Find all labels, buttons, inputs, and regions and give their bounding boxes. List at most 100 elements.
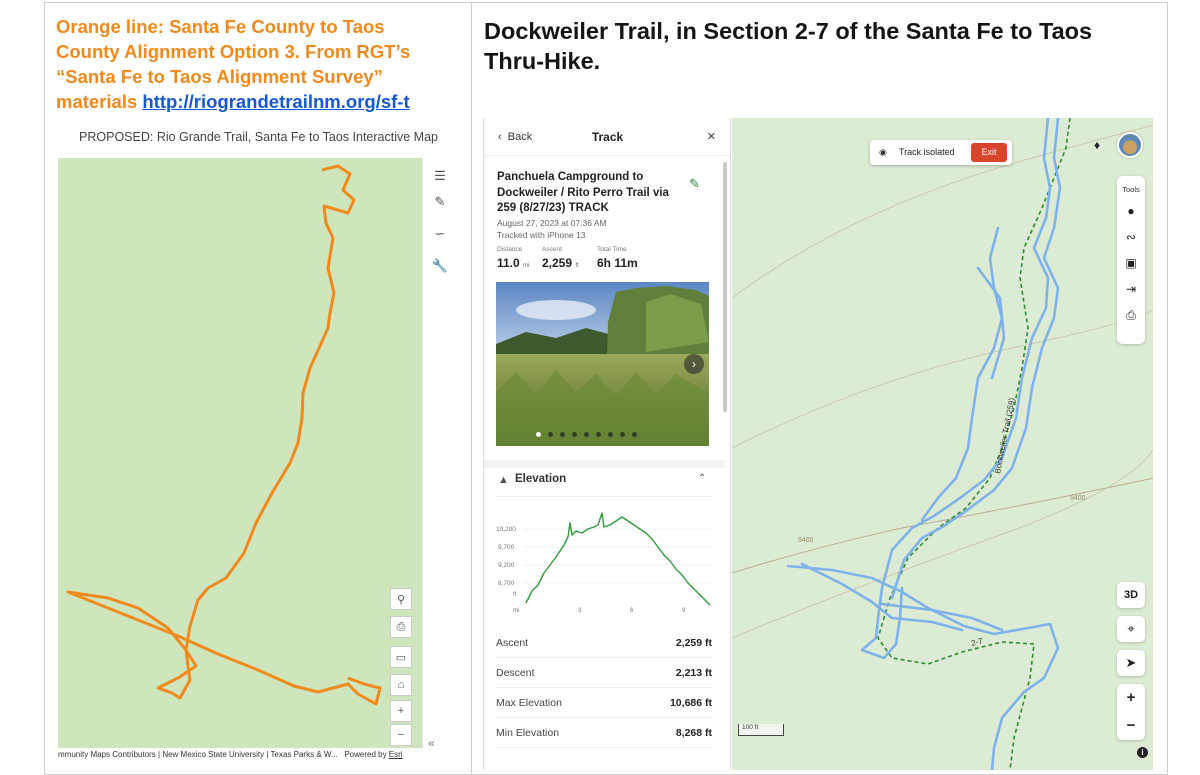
y-tick-label: 9,700 [498, 544, 515, 551]
photo-dot[interactable] [536, 432, 541, 437]
panel-scrollbar[interactable] [723, 162, 727, 412]
x-tick-label: 6 [630, 608, 634, 614]
track-photo[interactable]: › [496, 282, 709, 446]
photo-dot[interactable] [608, 432, 613, 437]
meadow-photo-image [496, 282, 709, 446]
caption-line-3: “Santa Fe to Taos Alignment Survey” [56, 66, 383, 87]
layers-edit-icon[interactable]: ✎ [430, 192, 450, 212]
stat-row-descent: Descent 2,213 ft [496, 658, 712, 688]
exit-button[interactable]: Exit [971, 143, 1007, 162]
section-divider [484, 460, 724, 468]
draw-icon[interactable]: ∽ [430, 224, 450, 244]
photo-dot[interactable] [572, 432, 577, 437]
track-title: Panchuela Campground to Dockweiler / Rit… [497, 170, 687, 217]
stat-row-value: 10,686 ft [669, 697, 712, 709]
elevation-profile-line [525, 512, 711, 606]
distance-unit: mi [523, 263, 530, 269]
caption-link[interactable]: http://riograndetrailnm.org/sf-t [142, 91, 409, 112]
caption-line-2: County Alignment Option 3. From RGT’s [56, 41, 411, 62]
powered-by-text: Powered by [344, 750, 389, 759]
photo-dot[interactable] [560, 432, 565, 437]
track-title-line-2: Dockweiler / Rito Perro Trail via [497, 186, 669, 199]
chevron-up-icon[interactable]: ⌃ [698, 473, 706, 484]
left-map-title: PROPOSED: Rio Grande Trail, Santa Fe to … [79, 130, 438, 144]
close-icon[interactable]: × [707, 128, 716, 145]
stat-row-value: 8,268 ft [675, 727, 712, 739]
navigate-arrow-icon[interactable]: ➤ [1117, 650, 1145, 676]
collapse-toolbar-button[interactable]: « [428, 736, 435, 750]
zoom-in-button[interactable]: + [1117, 684, 1145, 712]
photo-dot[interactable] [596, 432, 601, 437]
sliders-icon[interactable]: ☰ [430, 166, 450, 186]
left-map-toolbar: ☰ ✎ ∽ 🔧 [422, 158, 456, 748]
ascent-number: 2,259 [542, 256, 573, 270]
tools-panel: Tools ● ∾ ▣ ⇥ ⎙ [1117, 176, 1145, 344]
panel-title: Track [591, 130, 624, 144]
locate-icon[interactable]: ⌖ [1117, 616, 1145, 642]
stat-row-label: Max Elevation [496, 697, 562, 709]
track-title-line-3: 259 (8/27/23) TRACK [497, 202, 609, 214]
wrench-icon[interactable]: 🔧 [430, 256, 450, 276]
distance-label: Distance [497, 246, 523, 253]
y-tick-label: 8,700 [498, 580, 515, 587]
zoom-out-icon[interactable]: − [390, 724, 412, 746]
zoom-in-icon[interactable]: + [390, 700, 412, 722]
stat-row-value: 2,259 ft [675, 637, 712, 649]
x-tick-label: 3 [578, 608, 582, 614]
photo-dot[interactable] [632, 432, 637, 437]
distance-value: 11.0 mi [497, 256, 529, 270]
home-icon[interactable]: ⌂ [390, 674, 412, 696]
esri-link[interactable]: Esri [389, 750, 403, 759]
3d-toggle-button[interactable]: 3D [1117, 582, 1145, 608]
left-map-route-layer [66, 164, 382, 706]
ascent-value: 2,259 ft [542, 256, 579, 270]
print-icon[interactable]: ⎙ [1117, 308, 1145, 323]
crop-icon[interactable]: ▣ [1117, 256, 1145, 270]
stat-row-label: Descent [496, 667, 535, 679]
info-icon[interactable]: i [1137, 747, 1148, 758]
route-icon[interactable]: ∾ [1117, 230, 1145, 244]
photo-next-arrow-icon[interactable]: › [684, 354, 704, 374]
avatar[interactable] [1117, 132, 1143, 158]
left-map-canvas[interactable]: ⚲ ⎙ ▭ ⌂ + − [58, 158, 422, 748]
green-trail-line [877, 118, 1071, 770]
topo-map[interactable]: 9400 9400 Bockweiler Trail (259) 2-7 ◉ T… [732, 118, 1153, 770]
caption-line-4: materials http://riograndetrailnm.org/sf… [56, 89, 456, 114]
total-time-label: Total Time [597, 246, 627, 253]
track-panel: ‹ Back Track × Panchuela Campground to D… [484, 118, 731, 770]
track-isolated-pill: ◉ Track isolated Exit [870, 140, 1012, 165]
import-icon[interactable]: ⇥ [1117, 282, 1145, 296]
photo-dot[interactable] [620, 432, 625, 437]
caption-materials: materials [56, 91, 143, 112]
x-tick-label: 9 [682, 608, 686, 614]
elevation-profile-chart[interactable]: 10,200 9,700 9,200 8,700 ft mi 3 6 9 [484, 503, 724, 628]
zoom-controls: + − [1117, 684, 1145, 740]
print-icon[interactable]: ⎙ [390, 616, 412, 638]
monitor-icon[interactable]: ▭ [390, 646, 412, 668]
map-attribution: mmunity Maps Contributors | New Mexico S… [58, 750, 456, 759]
stat-row-max-elevation: Max Elevation 10,686 ft [496, 688, 712, 718]
distance-number: 11.0 [497, 256, 520, 270]
search-icon[interactable]: ⚲ [390, 588, 412, 610]
topo-map-layer: 9400 9400 Bockweiler Trail (259) 2-7 [732, 118, 1153, 770]
heading-line-2: Thru-Hike. [484, 48, 601, 74]
left-caption: Orange line: Santa Fe County to Taos Cou… [56, 14, 456, 114]
orange-route-line [66, 164, 382, 706]
track-date: August 27, 2023 at 07:36 AM [497, 218, 607, 228]
y-unit-label: ft [513, 592, 517, 598]
photo-dot[interactable] [584, 432, 589, 437]
y-tick-label: 9,200 [498, 562, 515, 569]
track-device: Tracked with iPhone 13 [497, 230, 586, 240]
track-isolated-text: Track isolated [899, 147, 955, 157]
edit-pencil-icon[interactable]: ✎ [689, 176, 700, 192]
total-time-value: 6h 11m [597, 256, 638, 270]
pin-icon[interactable]: ● [1117, 204, 1145, 218]
zoom-out-button[interactable]: − [1117, 712, 1145, 740]
mountain-icon: ▲ [498, 474, 509, 486]
photo-dot[interactable] [548, 432, 553, 437]
contour-label: 9400 [798, 537, 814, 544]
bell-icon[interactable]: ♦ [1094, 138, 1100, 152]
right-heading: Dockweiler Trail, in Section 2-7 of the … [484, 16, 1164, 76]
elevation-title[interactable]: Elevation [515, 473, 566, 485]
stat-row-value: 2,213 ft [675, 667, 712, 679]
